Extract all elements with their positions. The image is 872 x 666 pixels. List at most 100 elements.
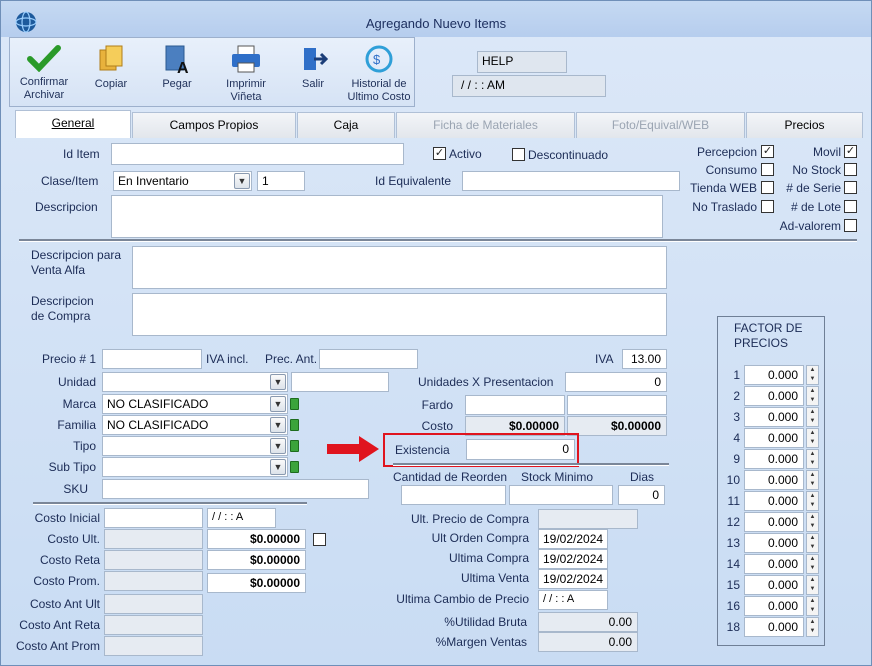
fardo-input-1[interactable]	[465, 395, 565, 415]
spin-up-icon[interactable]: ▲	[807, 534, 818, 543]
spinner[interactable]: ▲ ▼	[806, 617, 819, 637]
tab-campos-propios[interactable]: Campos Propios	[132, 112, 296, 138]
costo-ult-checkbox[interactable]	[313, 533, 326, 546]
iva-input[interactable]: 13.00	[622, 349, 667, 369]
sub-tipo-select[interactable]: ▼	[102, 457, 288, 477]
cost-history-button[interactable]: $ Historial de Ultimo Costo	[346, 38, 412, 106]
tab-general[interactable]: General	[15, 110, 131, 138]
confirm-archive-button[interactable]: Confirmar Archivar	[14, 38, 74, 106]
tab-caja[interactable]: Caja	[297, 112, 395, 138]
spin-up-icon[interactable]: ▲	[807, 366, 818, 375]
movil-checkbox[interactable]: ✓	[844, 145, 857, 158]
id-equivalente-input[interactable]	[462, 171, 680, 191]
spin-up-icon[interactable]: ▲	[807, 492, 818, 501]
spin-up-icon[interactable]: ▲	[807, 408, 818, 417]
factor-row-input[interactable]: 0.000	[744, 491, 804, 511]
no-stock-checkbox[interactable]	[844, 163, 857, 176]
help-box[interactable]: HELP	[477, 51, 567, 73]
spin-down-icon[interactable]: ▼	[807, 459, 818, 468]
familia-select[interactable]: NO CLASIFICADO ▼	[102, 415, 288, 435]
de-lote-checkbox[interactable]	[844, 200, 857, 213]
spinner[interactable]: ▲ ▼	[806, 491, 819, 511]
chevron-down-icon[interactable]: ▼	[234, 173, 250, 189]
descripcion-textarea[interactable]	[111, 195, 663, 238]
sku-input[interactable]	[102, 479, 369, 499]
spin-down-icon[interactable]: ▼	[807, 396, 818, 405]
chevron-down-icon[interactable]: ▼	[270, 438, 286, 454]
copy-button[interactable]: Copiar	[80, 38, 142, 106]
spinner[interactable]: ▲ ▼	[806, 428, 819, 448]
unidad-select[interactable]: ▼	[102, 372, 288, 392]
spin-up-icon[interactable]: ▲	[807, 597, 818, 606]
desc-compra-textarea[interactable]	[132, 293, 667, 336]
chevron-down-icon[interactable]: ▼	[270, 374, 286, 390]
spinner[interactable]: ▲ ▼	[806, 554, 819, 574]
chevron-down-icon[interactable]: ▼	[270, 396, 286, 412]
factor-row-input[interactable]: 0.000	[744, 407, 804, 427]
spin-up-icon[interactable]: ▲	[807, 471, 818, 480]
marca-add-icon[interactable]	[290, 398, 299, 410]
id-item-input[interactable]	[111, 143, 404, 165]
spinner[interactable]: ▲ ▼	[806, 386, 819, 406]
desc-venta-alfa-textarea[interactable]	[132, 246, 667, 289]
spin-down-icon[interactable]: ▼	[807, 606, 818, 615]
factor-row-input[interactable]: 0.000	[744, 386, 804, 406]
spin-down-icon[interactable]: ▼	[807, 501, 818, 510]
paste-button[interactable]: A Pegar	[146, 38, 208, 106]
tab-precios[interactable]: Precios	[746, 112, 863, 138]
spin-up-icon[interactable]: ▲	[807, 450, 818, 459]
chevron-down-icon[interactable]: ▼	[270, 459, 286, 475]
spin-down-icon[interactable]: ▼	[807, 627, 818, 636]
factor-row-input[interactable]: 0.000	[744, 428, 804, 448]
factor-row-input[interactable]: 0.000	[744, 449, 804, 469]
spin-down-icon[interactable]: ▼	[807, 564, 818, 573]
factor-row-input[interactable]: 0.000	[744, 554, 804, 574]
costo-inicial-date[interactable]: / / : : A	[207, 508, 276, 528]
activo-checkbox[interactable]: ✓	[433, 147, 446, 160]
spinner[interactable]: ▲ ▼	[806, 449, 819, 469]
factor-row-input[interactable]: 0.000	[744, 533, 804, 553]
spin-up-icon[interactable]: ▲	[807, 513, 818, 522]
unidades-x-input[interactable]: 0	[565, 372, 667, 392]
factor-row-input[interactable]: 0.000	[744, 617, 804, 637]
spinner[interactable]: ▲ ▼	[806, 365, 819, 385]
factor-row-input[interactable]: 0.000	[744, 365, 804, 385]
spin-up-icon[interactable]: ▲	[807, 576, 818, 585]
existencia-input[interactable]: 0	[466, 439, 575, 460]
exit-button[interactable]: Salir	[282, 38, 344, 106]
stock-minimo-input[interactable]	[509, 485, 613, 505]
spin-down-icon[interactable]: ▼	[807, 585, 818, 594]
fardo-input-2[interactable]	[567, 395, 667, 415]
de-serie-checkbox[interactable]	[844, 181, 857, 194]
marca-select[interactable]: NO CLASIFICADO ▼	[102, 394, 288, 414]
unidad-extra-input[interactable]	[291, 372, 389, 392]
dias-input[interactable]: 0	[618, 485, 665, 505]
spin-down-icon[interactable]: ▼	[807, 438, 818, 447]
precio1-input[interactable]	[102, 349, 202, 369]
costo-inicial-input[interactable]	[104, 508, 203, 528]
sub-tipo-add-icon[interactable]	[290, 461, 299, 473]
spin-down-icon[interactable]: ▼	[807, 375, 818, 384]
cant-reorden-input[interactable]	[401, 485, 506, 505]
chevron-down-icon[interactable]: ▼	[270, 417, 286, 433]
tipo-add-icon[interactable]	[290, 440, 299, 452]
spinner[interactable]: ▲ ▼	[806, 575, 819, 595]
spinner[interactable]: ▲ ▼	[806, 470, 819, 490]
spin-down-icon[interactable]: ▼	[807, 522, 818, 531]
spinner[interactable]: ▲ ▼	[806, 407, 819, 427]
prec-ant-input[interactable]	[319, 349, 418, 369]
factor-row-input[interactable]: 0.000	[744, 470, 804, 490]
spin-down-icon[interactable]: ▼	[807, 480, 818, 489]
print-label-button[interactable]: Imprimir Viñeta	[214, 38, 278, 106]
spin-up-icon[interactable]: ▲	[807, 387, 818, 396]
descontinuado-checkbox[interactable]	[512, 148, 525, 161]
ad-valorem-checkbox[interactable]	[844, 219, 857, 232]
clase-item-select[interactable]: En Inventario ▼	[113, 171, 252, 191]
factor-row-input[interactable]: 0.000	[744, 596, 804, 616]
factor-row-input[interactable]: 0.000	[744, 512, 804, 532]
spinner[interactable]: ▲ ▼	[806, 533, 819, 553]
tipo-select[interactable]: ▼	[102, 436, 288, 456]
spin-down-icon[interactable]: ▼	[807, 543, 818, 552]
spin-down-icon[interactable]: ▼	[807, 417, 818, 426]
spin-up-icon[interactable]: ▲	[807, 618, 818, 627]
